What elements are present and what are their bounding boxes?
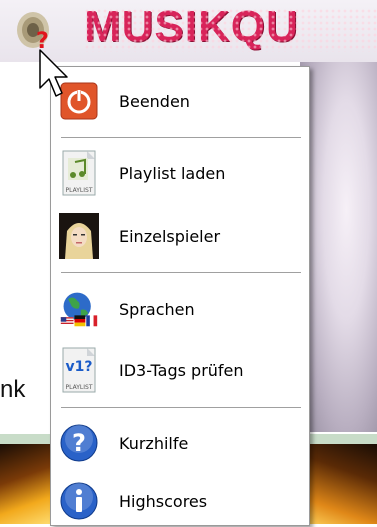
menu-item-load-playlist[interactable]: PLAYLIST Playlist laden [51, 147, 309, 199]
info-icon [59, 481, 99, 521]
menu-item-label: Playlist laden [119, 163, 226, 183]
flame-graphic-right [300, 444, 377, 524]
svg-text:?: ? [72, 429, 86, 457]
menu-item-single-player[interactable]: Einzelspieler [51, 210, 309, 262]
app-title: MUSIKQU [84, 2, 299, 51]
id3-playlist-icon: v1? PLAYLIST [59, 347, 99, 393]
menu-separator [61, 407, 301, 409]
context-menu: Beenden PLAYLIST Playlist laden Einzelsp… [50, 66, 310, 526]
menu-item-quit[interactable]: Beenden [51, 75, 309, 127]
icon-caption: PLAYLIST [66, 384, 93, 391]
menu-item-label: Beenden [119, 91, 190, 111]
mouse-cursor-icon [39, 49, 68, 97]
stage-light-background [300, 62, 377, 432]
menu-item-languages[interactable]: Sprachen [51, 283, 309, 335]
icon-badge: v1? [66, 359, 93, 375]
partial-background-text: nk [0, 376, 26, 403]
menu-item-label: ID3-Tags prüfen [119, 360, 244, 380]
menu-item-label: Einzelspieler [119, 226, 221, 246]
menu-item-check-id3[interactable]: v1? PLAYLIST ID3-Tags prüfen [51, 344, 309, 396]
globe-flags-icon [59, 289, 99, 329]
menu-item-label: Kurzhilfe [119, 433, 189, 453]
menu-item-label: Sprachen [119, 299, 195, 319]
menu-separator [61, 137, 301, 139]
help-icon: ? [59, 423, 99, 463]
player-portrait-icon [59, 213, 99, 259]
icon-caption: PLAYLIST [66, 187, 93, 194]
menu-item-label: Highscores [119, 491, 208, 511]
menu-item-quick-help[interactable]: ? Kurzhilfe [51, 417, 309, 469]
menu-item-highscores[interactable]: Highscores [51, 475, 309, 527]
playlist-icon: PLAYLIST [59, 150, 99, 196]
menu-separator [61, 272, 301, 274]
